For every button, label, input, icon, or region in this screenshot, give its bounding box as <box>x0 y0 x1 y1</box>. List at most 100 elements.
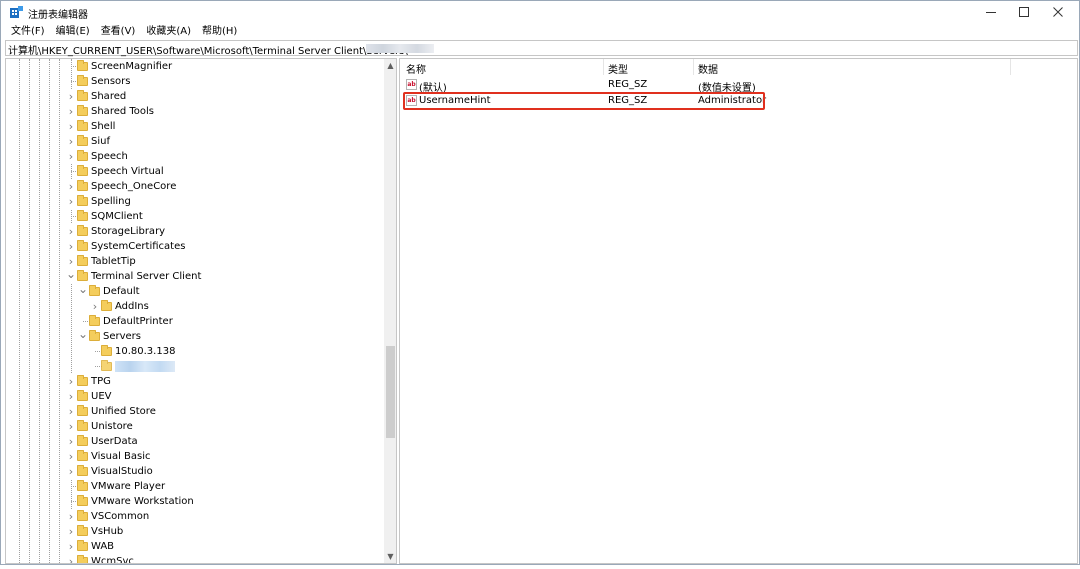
chevron-right-icon[interactable]: › <box>66 524 76 539</box>
folder-icon <box>77 120 88 131</box>
column-name-header[interactable]: 名称 <box>406 61 426 76</box>
tree-item-label: SystemCertificates <box>91 241 186 252</box>
column-separator[interactable] <box>1010 59 1011 75</box>
title-bar[interactable]: 注册表编辑器 <box>1 1 1079 23</box>
tree-item-label: TabletTip <box>91 256 136 267</box>
menu-view[interactable]: 查看(V) <box>95 24 141 40</box>
tree-item-tablettip[interactable]: › TabletTip <box>6 254 384 269</box>
tree-item-default[interactable]: ⌄ Default <box>6 283 384 299</box>
tree-item-unified-store[interactable]: › Unified Store <box>6 404 384 419</box>
chevron-right-icon[interactable]: › <box>66 119 76 134</box>
key-tree-pane[interactable]: ScreenMagnifier Sensors › Shared › Shared Too… <box>5 58 397 564</box>
tree-item-siuf[interactable]: › Siuf <box>6 134 384 149</box>
tree-item-visualstudio[interactable]: › VisualStudio <box>6 464 384 479</box>
scroll-up-icon[interactable]: ▲ <box>384 59 396 72</box>
tree-item-sensors[interactable]: Sensors <box>6 74 384 89</box>
tree-item-vmware-workstation[interactable]: VMware Workstation <box>6 494 384 509</box>
chevron-right-icon[interactable]: › <box>66 389 76 404</box>
tree-item-screenmagnifier[interactable]: ScreenMagnifier <box>6 59 384 74</box>
value-row-default[interactable]: ab (默认) REG_SZ (数值未设置) <box>400 77 1077 94</box>
tree-item-redacted[interactable] <box>6 359 384 374</box>
tree-item-label: VSCommon <box>91 511 150 522</box>
menu-file[interactable]: 文件(F) <box>1 24 50 40</box>
tree-item-shared-tools[interactable]: › Shared Tools <box>6 104 384 119</box>
tree-item-label: Visual Basic <box>91 451 151 462</box>
tree-item-spelling[interactable]: › Spelling <box>6 194 384 209</box>
tree-item-unistore[interactable]: › Unistore <box>6 419 384 434</box>
tree-item-vshub[interactable]: › VsHub <box>6 524 384 539</box>
menu-edit[interactable]: 编辑(E) <box>50 24 95 40</box>
chevron-right-icon[interactable]: › <box>66 449 76 464</box>
chevron-right-icon[interactable]: › <box>66 89 76 104</box>
tree-item-storagelibrary[interactable]: › StorageLibrary <box>6 224 384 239</box>
chevron-right-icon[interactable]: › <box>66 149 76 164</box>
chevron-right-icon[interactable]: › <box>66 464 76 479</box>
tree-item-visual-basic[interactable]: › Visual Basic <box>6 449 384 464</box>
registry-key-tree: ScreenMagnifier Sensors › Shared › Shared Too… <box>6 59 384 563</box>
minimize-button[interactable] <box>974 1 1008 23</box>
annotation-highlight-box <box>403 92 765 110</box>
tree-item-userdata[interactable]: › UserData <box>6 434 384 449</box>
tree-item-sqmclient[interactable]: SQMClient <box>6 209 384 224</box>
chevron-right-icon[interactable]: › <box>66 179 76 194</box>
chevron-right-icon[interactable]: › <box>66 194 76 209</box>
chevron-right-icon[interactable]: › <box>66 239 76 254</box>
chevron-right-icon[interactable]: › <box>66 134 76 149</box>
chevron-right-icon[interactable]: › <box>66 224 76 239</box>
maximize-button[interactable] <box>1007 1 1041 23</box>
menu-favorites[interactable]: 收藏夹(A) <box>140 24 196 40</box>
chevron-down-icon[interactable]: ⌄ <box>66 268 76 284</box>
folder-icon <box>77 150 88 161</box>
tree-item-tpg[interactable]: › TPG <box>6 374 384 389</box>
tree-vertical-scrollbar[interactable]: ▲ ▼ <box>384 59 396 563</box>
tree-item-vscommon[interactable]: › VSCommon <box>6 509 384 524</box>
tree-item-10-80-3-138[interactable]: 10.80.3.138 <box>6 344 384 359</box>
tree-item-speech-virtual[interactable]: Speech Virtual <box>6 164 384 179</box>
window-title: 注册表编辑器 <box>28 10 88 21</box>
tree-item-speech[interactable]: › Speech <box>6 149 384 164</box>
scrollbar-thumb[interactable] <box>386 346 395 438</box>
folder-icon <box>77 210 88 221</box>
tree-item-terminal-server-client[interactable]: ⌄ Terminal Server Client <box>6 268 384 284</box>
chevron-right-icon[interactable]: › <box>66 404 76 419</box>
column-type-header[interactable]: 类型 <box>608 61 628 76</box>
folder-icon <box>77 135 88 146</box>
tree-item-servers[interactable]: ⌄ Servers <box>6 328 384 344</box>
value-type: REG_SZ <box>608 79 648 90</box>
chevron-right-icon[interactable]: › <box>66 554 76 563</box>
column-data-header[interactable]: 数据 <box>698 61 718 76</box>
chevron-right-icon[interactable]: › <box>66 104 76 119</box>
chevron-right-icon[interactable]: › <box>66 419 76 434</box>
chevron-down-icon[interactable]: ⌄ <box>78 283 88 299</box>
tree-item-wab[interactable]: › WAB <box>6 539 384 554</box>
address-bar[interactable]: 计算机\HKEY_CURRENT_USER\Software\Microsoft… <box>5 40 1078 57</box>
folder-icon <box>77 240 88 251</box>
close-button[interactable] <box>1041 1 1075 23</box>
tree-item-uev[interactable]: › UEV <box>6 389 384 404</box>
chevron-right-icon[interactable]: › <box>66 434 76 449</box>
folder-icon <box>77 555 88 563</box>
tree-item-speech-onecore[interactable]: › Speech_OneCore <box>6 179 384 194</box>
tree-item-label: StorageLibrary <box>91 226 166 237</box>
tree-item-label: Shared Tools <box>91 106 155 117</box>
chevron-right-icon[interactable]: › <box>66 539 76 554</box>
column-separator[interactable] <box>603 59 604 75</box>
tree-item-label: Unified Store <box>91 406 156 417</box>
chevron-right-icon[interactable]: › <box>90 299 100 314</box>
column-separator[interactable] <box>693 59 694 75</box>
folder-icon <box>77 510 88 521</box>
tree-item-shared[interactable]: › Shared <box>6 89 384 104</box>
chevron-right-icon[interactable]: › <box>66 509 76 524</box>
tree-item-defaultprinter[interactable]: DefaultPrinter <box>6 314 384 329</box>
tree-item-systemcertificates[interactable]: › SystemCertificates <box>6 239 384 254</box>
tree-item-wcmsvc[interactable]: › WcmSvc <box>6 554 384 563</box>
scroll-down-icon[interactable]: ▼ <box>384 550 396 563</box>
chevron-down-icon[interactable]: ⌄ <box>78 328 88 344</box>
values-list-pane[interactable]: 名称 类型 数据 ab (默认) REG_SZ (数值未设置) ab Usern… <box>399 58 1078 564</box>
tree-item-shell[interactable]: › Shell <box>6 119 384 134</box>
folder-icon <box>77 375 88 386</box>
tree-item-vmware-player[interactable]: VMware Player <box>6 479 384 494</box>
menu-help[interactable]: 帮助(H) <box>196 24 242 40</box>
tree-item-addins[interactable]: › AddIns <box>6 299 384 314</box>
chevron-right-icon[interactable]: › <box>66 374 76 389</box>
